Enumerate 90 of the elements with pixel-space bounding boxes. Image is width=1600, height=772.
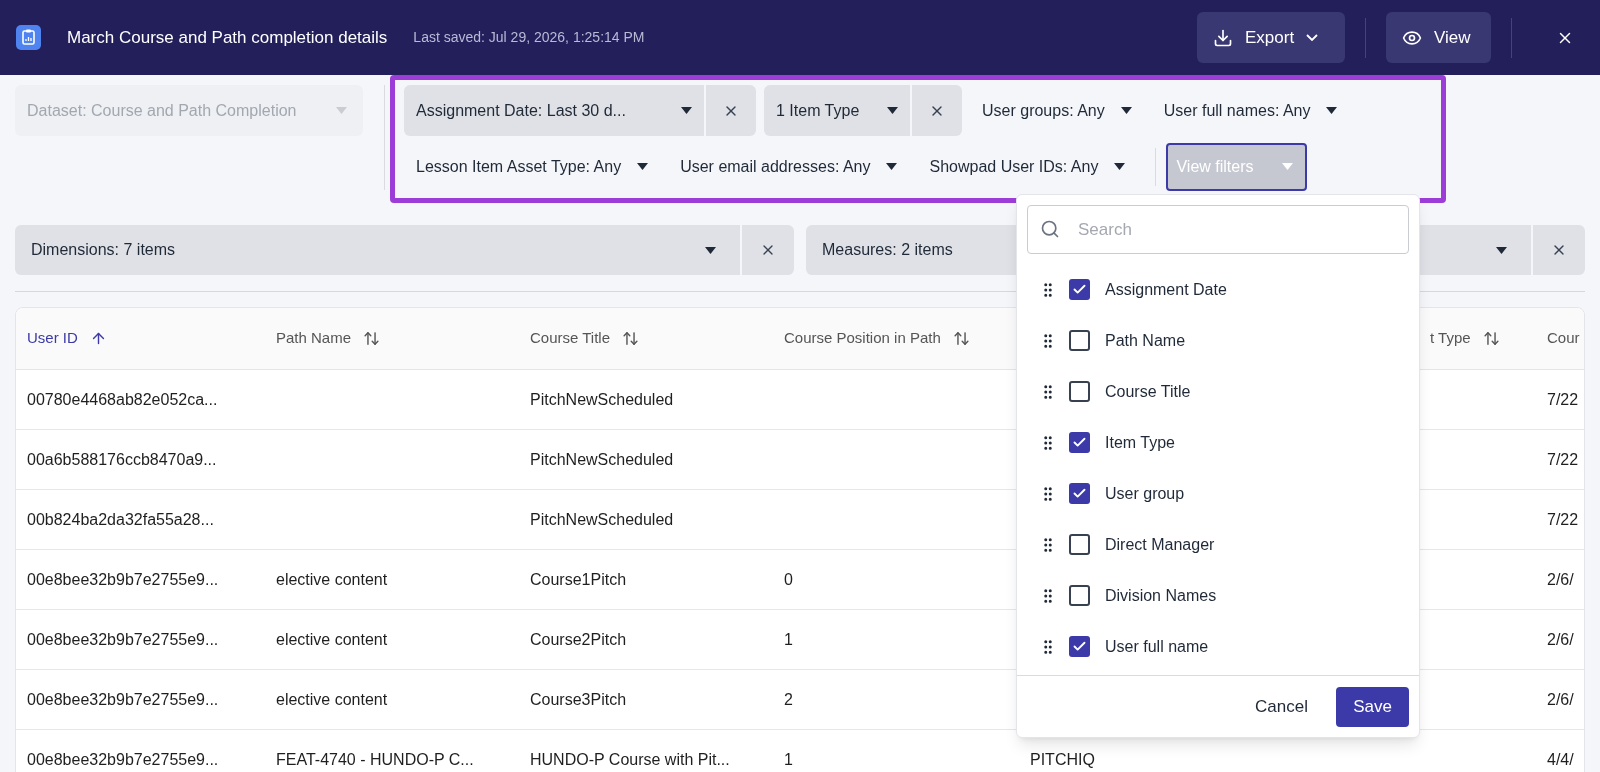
chevron-down-icon	[1306, 34, 1319, 41]
table-cell: 7/22	[1547, 450, 1579, 468]
checkbox[interactable]	[1069, 483, 1090, 504]
checkbox[interactable]	[1069, 279, 1090, 300]
table-cell: Course3Pitch	[530, 690, 627, 708]
last-saved-text: Last saved: Jul 29, 2026, 1:25:14 PM	[413, 28, 645, 47]
checkbox[interactable]	[1069, 636, 1090, 657]
table-cell: elective content	[276, 690, 388, 708]
sort-icon	[952, 330, 970, 347]
table-cell: elective content	[276, 570, 388, 588]
filter-dropdown[interactable]: User email addresses: Any	[668, 141, 910, 192]
caret-icon	[1496, 246, 1507, 254]
column-header[interactable]: t Type	[1430, 327, 1500, 350]
filter-option[interactable]: Item Type	[1017, 417, 1419, 468]
checkbox[interactable]	[1069, 381, 1090, 402]
sort-icon	[622, 330, 640, 347]
column-header[interactable]: Course Position in Path	[784, 327, 970, 350]
table-cell: 2/6/	[1547, 630, 1574, 648]
table-cell: 00b824ba2da32fa55a28...	[27, 510, 214, 528]
filter-option[interactable]: Direct Manager	[1017, 519, 1419, 570]
table-cell: 00e8bee32b9b7e2755e9...	[27, 630, 219, 648]
checkbox[interactable]	[1069, 534, 1090, 555]
table-cell: PitchNewScheduled	[530, 510, 674, 528]
table-cell: 7/22	[1547, 510, 1579, 528]
filter-chip[interactable]: Assignment Date: Last 30 d...	[404, 85, 704, 136]
table-cell: 2/6/	[1547, 690, 1574, 708]
table-cell: 1	[784, 630, 793, 648]
table-cell: Course2Pitch	[530, 630, 627, 648]
column-header[interactable]: Course Title	[530, 327, 640, 350]
filter-option[interactable]: User group	[1017, 468, 1419, 519]
table-cell: 00e8bee32b9b7e2755e9...	[27, 750, 219, 768]
table-cell: PITCHIQ	[1030, 750, 1095, 768]
caret-icon	[681, 107, 692, 114]
caret-icon	[705, 246, 716, 254]
export-button[interactable]: Export	[1197, 12, 1345, 63]
report-icon	[16, 25, 41, 50]
table-cell: PitchNewScheduled	[530, 390, 674, 408]
table-cell: 2	[784, 690, 793, 708]
table-cell: 00e8bee32b9b7e2755e9...	[27, 570, 219, 588]
search-icon	[1040, 219, 1060, 239]
caret-icon	[886, 163, 898, 170]
table-cell: HUNDO-P Course with Pit...	[530, 750, 730, 768]
view-button[interactable]: View	[1386, 12, 1491, 63]
table-cell: 00e8bee32b9b7e2755e9...	[27, 690, 219, 708]
table-cell: 0	[784, 570, 793, 588]
table-cell: PitchNewScheduled	[530, 450, 674, 468]
caret-icon	[1326, 107, 1338, 114]
column-header[interactable]: Cour	[1547, 327, 1580, 350]
filter-option[interactable]: Path Name	[1017, 315, 1419, 366]
download-icon	[1213, 27, 1233, 48]
search-field[interactable]: Search	[1027, 205, 1409, 254]
filter-dropdown[interactable]: Showpad User IDs: Any	[917, 141, 1138, 192]
checkbox[interactable]	[1069, 585, 1090, 606]
table-cell: 4/4/	[1547, 750, 1574, 768]
caret-icon	[887, 107, 898, 114]
sort-icon	[363, 330, 381, 347]
table-cell: elective content	[276, 630, 388, 648]
filter-option[interactable]: Course Title	[1017, 366, 1419, 417]
column-header[interactable]: User ID	[27, 327, 107, 350]
report-title: March Course and Path completion details	[67, 26, 388, 49]
check-icon	[1072, 282, 1087, 297]
table-cell: Course1Pitch	[530, 570, 627, 588]
filter-dropdown[interactable]: User groups: Any	[970, 85, 1144, 136]
filter-option[interactable]: User full name	[1017, 621, 1419, 672]
filter-option[interactable]: Assignment Date	[1017, 264, 1419, 315]
table-cell: 7/22	[1547, 390, 1579, 408]
table-cell: 1	[784, 750, 793, 768]
column-header[interactable]: Path Name	[276, 327, 381, 350]
check-icon	[1072, 435, 1087, 450]
save-button[interactable]: Save	[1336, 686, 1409, 727]
table-cell: FEAT-4740 - HUNDO-P C...	[276, 750, 474, 768]
table-cell: 00a6b588176ccb8470a9...	[27, 450, 217, 468]
field-select[interactable]: Dimensions: 7 items	[15, 225, 740, 275]
sort-icon	[1482, 330, 1500, 347]
caret-icon	[336, 107, 347, 114]
filter-option[interactable]: Division Names	[1017, 570, 1419, 621]
filter-dropdown[interactable]: User full names: Any	[1151, 85, 1350, 136]
filter-chip[interactable]: 1 Item Type	[764, 85, 910, 136]
cancel-button[interactable]: Cancel	[1255, 693, 1308, 720]
filter-dropdown[interactable]: Lesson Item Asset Type: Any	[404, 141, 661, 192]
table-cell: 00780e4468ab82e052ca...	[27, 390, 218, 408]
caret-icon	[637, 163, 649, 170]
check-icon	[1072, 486, 1087, 501]
check-icon	[1072, 639, 1087, 654]
caret-icon	[1120, 107, 1132, 114]
caret-icon	[1282, 163, 1294, 170]
checkbox[interactable]	[1069, 432, 1090, 453]
checkbox[interactable]	[1069, 330, 1090, 351]
table-cell: 2/6/	[1547, 570, 1574, 588]
caret-icon	[1114, 163, 1126, 170]
